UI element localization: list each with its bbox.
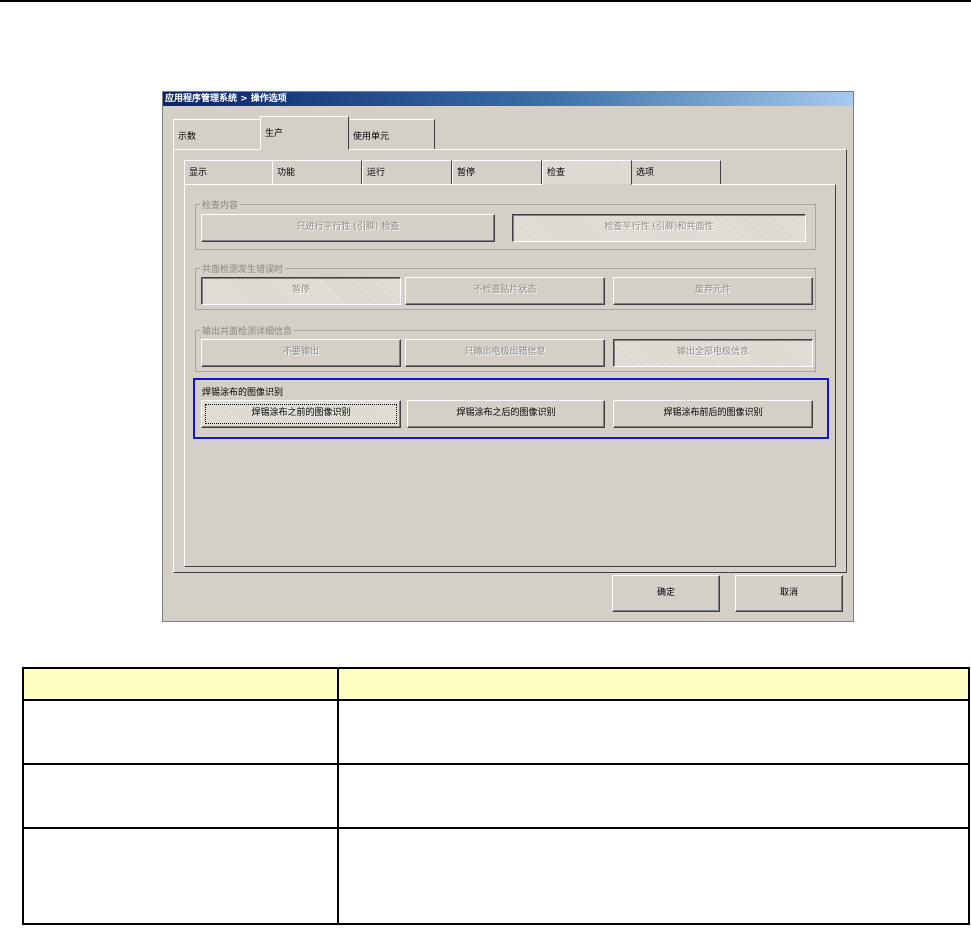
subtab-function[interactable]: 功能 bbox=[272, 160, 362, 185]
group-title: 检查内容 bbox=[200, 198, 241, 211]
subtab-options[interactable]: 选项 bbox=[631, 160, 721, 185]
subtab-run[interactable]: 运行 bbox=[362, 160, 452, 185]
table-cell bbox=[22, 699, 339, 765]
subtab-pause[interactable]: 暂停 bbox=[452, 160, 542, 185]
btn-no-check-placement[interactable]: 不检查贴片状态 bbox=[405, 277, 605, 305]
group-title: 共面检测发生错误时 bbox=[200, 262, 286, 275]
btn-parallel-and-coplanarity[interactable]: 检查平行性 (引脚)和共面性 bbox=[512, 214, 806, 242]
table-header-cell bbox=[337, 667, 970, 701]
table-cell bbox=[337, 763, 970, 829]
table-cell bbox=[22, 827, 339, 925]
subtab-display[interactable]: 显示 bbox=[184, 160, 273, 185]
top-rule bbox=[0, 0, 971, 2]
table-row bbox=[22, 699, 970, 765]
btn-parallel-only[interactable]: 只进行平行性 (引脚) 检查 bbox=[201, 214, 495, 242]
tab-use-unit[interactable]: 使用单元 bbox=[348, 119, 435, 150]
tab-production[interactable]: 生产 bbox=[260, 116, 349, 150]
btn-before-solder[interactable]: 焊锡涂布之前的图像识别 bbox=[201, 400, 401, 428]
window-title: 应用程序管理系统 > 操作选项 bbox=[163, 92, 853, 106]
btn-output-error-electrodes[interactable]: 只输出电极出错信息 bbox=[405, 339, 605, 367]
btn-before-after-solder[interactable]: 焊锡涂布前后的图像识别 bbox=[613, 400, 813, 428]
btn-no-output[interactable]: 不要输出 bbox=[201, 339, 401, 367]
table-cell bbox=[337, 699, 970, 765]
description-table bbox=[22, 667, 970, 925]
btn-pause[interactable]: 暂停 bbox=[201, 277, 401, 305]
btn-output-all-electrodes[interactable]: 输出全部电极信息 bbox=[613, 339, 813, 367]
tab-shishu[interactable]: 示数 bbox=[173, 119, 261, 150]
table-cell bbox=[337, 827, 970, 925]
cancel-button[interactable]: 取消 bbox=[735, 575, 843, 612]
btn-after-solder[interactable]: 焊锡涂布之后的图像识别 bbox=[407, 400, 605, 428]
subtab-inspect[interactable]: 检查 bbox=[542, 160, 632, 185]
table-header-cell bbox=[22, 667, 339, 701]
table-row bbox=[22, 827, 970, 925]
group-title: 输出共面检测详细信息 bbox=[200, 324, 295, 337]
ok-button[interactable]: 确定 bbox=[612, 575, 720, 612]
group-title-solder: 焊锡涂布的图像识别 bbox=[202, 388, 284, 398]
table-row bbox=[22, 763, 970, 829]
table-cell bbox=[22, 763, 339, 829]
btn-discard-component[interactable]: 废弃元件 bbox=[613, 277, 813, 305]
